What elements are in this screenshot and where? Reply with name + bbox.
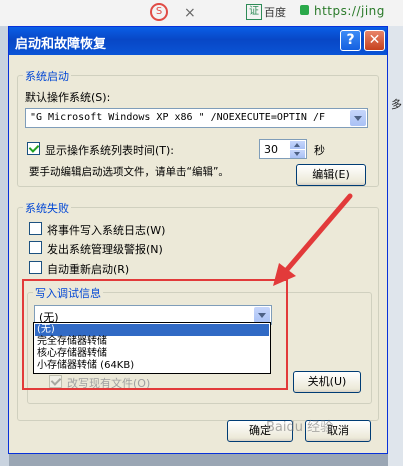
watermark-logo: Baidu 经验: [266, 420, 334, 435]
annotation-arrow-icon: [273, 193, 353, 286]
